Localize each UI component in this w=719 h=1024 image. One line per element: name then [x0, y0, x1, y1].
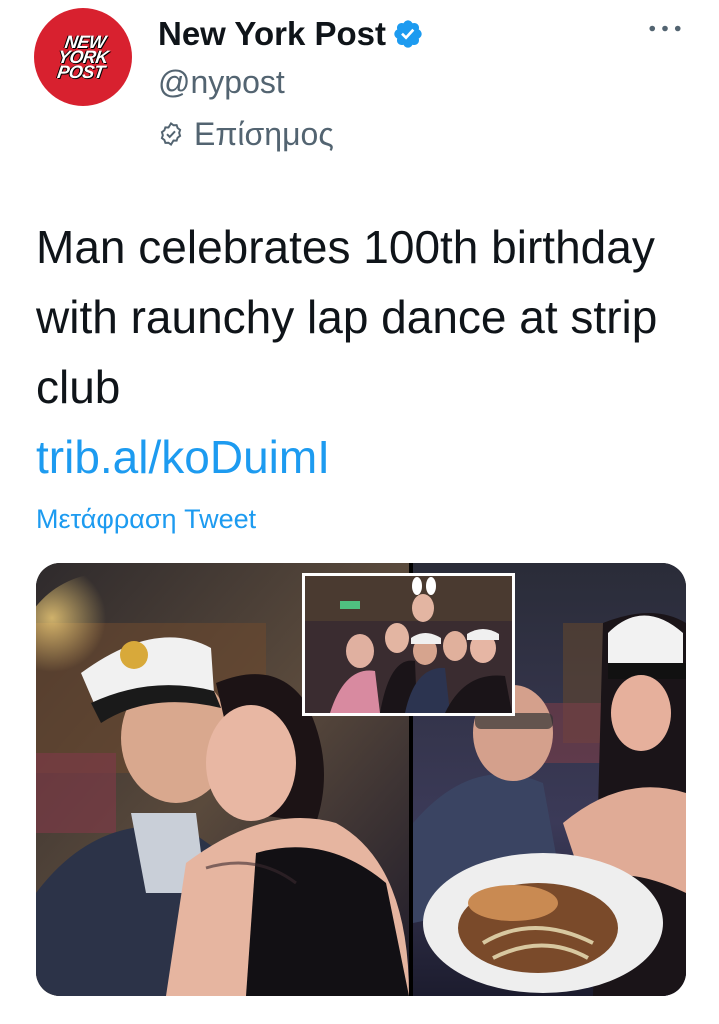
official-check-icon: [158, 121, 184, 147]
more-dots-icon: [648, 20, 682, 38]
media-grid: [36, 563, 686, 996]
verified-badge-icon: [392, 18, 424, 50]
photo-group-inset[interactable]: [302, 573, 515, 716]
new-york-post-logo: NEW YORK POST: [55, 32, 111, 82]
translate-tweet-button[interactable]: Μετάφραση Tweet: [36, 502, 256, 536]
name-row: New York Post: [158, 12, 639, 56]
tweet-link[interactable]: trib.al/koDuimI: [36, 422, 330, 492]
logo-line-3: POST: [56, 61, 106, 82]
more-options-button[interactable]: [645, 14, 685, 44]
account-handle[interactable]: @nypost: [158, 62, 639, 102]
official-label: Επίσημος: [194, 115, 334, 152]
tweet-header: New York Post @nypost Επίσημος: [158, 12, 639, 154]
tweet-text: Man celebrates 100th birthday with raunc…: [36, 221, 658, 413]
display-name[interactable]: New York Post: [158, 15, 386, 53]
official-label-row: Επίσημος: [158, 114, 639, 154]
avatar[interactable]: NEW YORK POST: [34, 8, 132, 106]
